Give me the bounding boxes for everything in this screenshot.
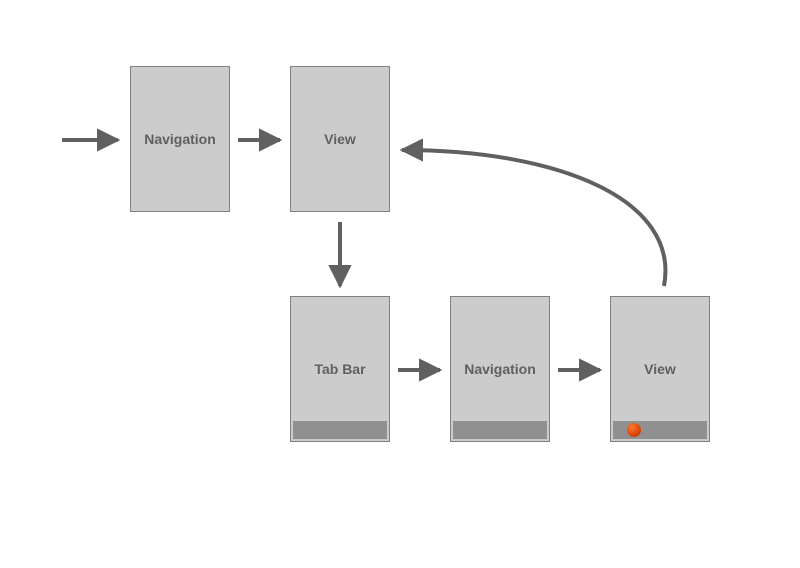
node-navigation-top: Navigation: [130, 66, 230, 212]
tab-bar-strip: [293, 421, 387, 439]
arrow-curved-icon: [402, 150, 665, 286]
node-view-top: View: [290, 66, 390, 212]
selected-tab-indicator-icon: [627, 423, 641, 437]
node-view-bottom: View: [610, 296, 710, 442]
node-label: View: [644, 361, 676, 377]
tab-bar-strip: [453, 421, 547, 439]
diagram-arrows: [0, 0, 800, 568]
node-navigation-bottom: Navigation: [450, 296, 550, 442]
node-tab-bar: Tab Bar: [290, 296, 390, 442]
node-label: Navigation: [144, 131, 216, 147]
node-label: Tab Bar: [314, 361, 365, 377]
node-label: Navigation: [464, 361, 536, 377]
node-label: View: [324, 131, 356, 147]
